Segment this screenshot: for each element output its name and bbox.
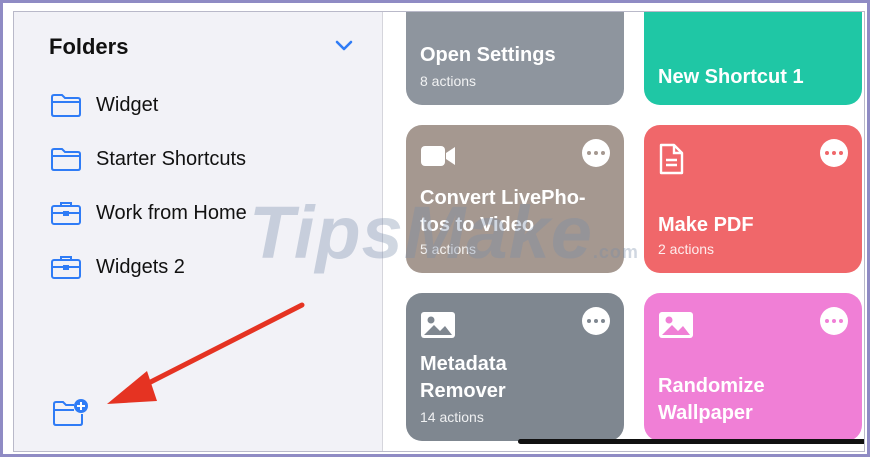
sidebar-item-label: Widget bbox=[96, 93, 159, 116]
video-camera-icon bbox=[421, 146, 455, 166]
shortcut-action-count: 8 actions bbox=[420, 73, 477, 89]
folders-heading: Folders bbox=[49, 34, 129, 59]
shortcut-metadata-remover[interactable]: Metadata Remover 14 actions bbox=[406, 293, 624, 441]
sidebar-item-label: Widgets 2 bbox=[96, 255, 185, 278]
screenshot-frame: Folders Widget Starter Shortcuts Work fr… bbox=[0, 0, 870, 457]
shortcut-title-line1: Metadata bbox=[420, 353, 507, 375]
shortcut-action-count: 2 actions bbox=[658, 241, 715, 257]
folder-icon bbox=[51, 94, 81, 117]
photo-icon bbox=[659, 312, 693, 338]
shortcut-randomize-wallpaper[interactable]: Randomize Wallpaper bbox=[644, 293, 862, 441]
briefcase-folder-icon bbox=[51, 256, 81, 279]
photo-icon bbox=[421, 312, 455, 338]
shortcut-title-line1: Convert LivePho- bbox=[420, 187, 586, 209]
shortcut-action-count: 5 actions bbox=[420, 241, 477, 257]
shortcut-title-line2: Remover bbox=[420, 380, 506, 402]
folder-icon bbox=[51, 148, 81, 171]
shortcut-new-shortcut-1[interactable]: New Shortcut 1 bbox=[644, 12, 862, 105]
more-options-button[interactable] bbox=[582, 307, 610, 335]
ipad-screen: Folders Widget Starter Shortcuts Work fr… bbox=[13, 11, 865, 452]
shortcut-title-line1: Randomize bbox=[658, 375, 765, 397]
shortcut-title-line2: Wallpaper bbox=[658, 402, 753, 424]
new-folder-icon[interactable] bbox=[52, 397, 88, 427]
shortcut-action-count: 14 actions bbox=[420, 409, 484, 425]
shortcut-title-line2: tos to Video bbox=[420, 214, 535, 236]
shortcut-make-pdf[interactable]: Make PDF 2 actions bbox=[644, 125, 862, 273]
folders-sidebar: Folders Widget Starter Shortcuts Work fr… bbox=[14, 12, 383, 451]
sidebar-item-label: Work from Home bbox=[96, 201, 247, 224]
more-options-button[interactable] bbox=[820, 139, 848, 167]
home-indicator bbox=[518, 439, 864, 444]
red-arrow-annotation bbox=[107, 302, 305, 404]
sidebar-item-widgets-2[interactable]: Widgets 2 bbox=[50, 250, 185, 284]
shortcuts-grid: Open Settings 8 actions New Shortcut 1 C… bbox=[383, 12, 864, 451]
sidebar-item-widget[interactable]: Widget bbox=[50, 88, 158, 122]
shortcut-title: Make PDF bbox=[658, 214, 754, 236]
shortcut-title: Open Settings bbox=[420, 44, 556, 66]
more-options-button[interactable] bbox=[820, 307, 848, 335]
briefcase-folder-icon bbox=[51, 202, 81, 225]
shortcut-title: New Shortcut 1 bbox=[658, 66, 804, 88]
shortcut-open-settings[interactable]: Open Settings 8 actions bbox=[406, 12, 624, 105]
sidebar-item-label: Starter Shortcuts bbox=[96, 147, 247, 170]
more-options-button[interactable] bbox=[582, 139, 610, 167]
sidebar-item-work-from-home[interactable]: Work from Home bbox=[50, 196, 247, 230]
chevron-down-icon[interactable] bbox=[334, 38, 354, 54]
sidebar-item-starter-shortcuts[interactable]: Starter Shortcuts bbox=[50, 142, 246, 176]
shortcut-convert-livephotos[interactable]: Convert LivePho- tos to Video 5 actions bbox=[406, 125, 624, 273]
document-icon bbox=[659, 143, 684, 175]
